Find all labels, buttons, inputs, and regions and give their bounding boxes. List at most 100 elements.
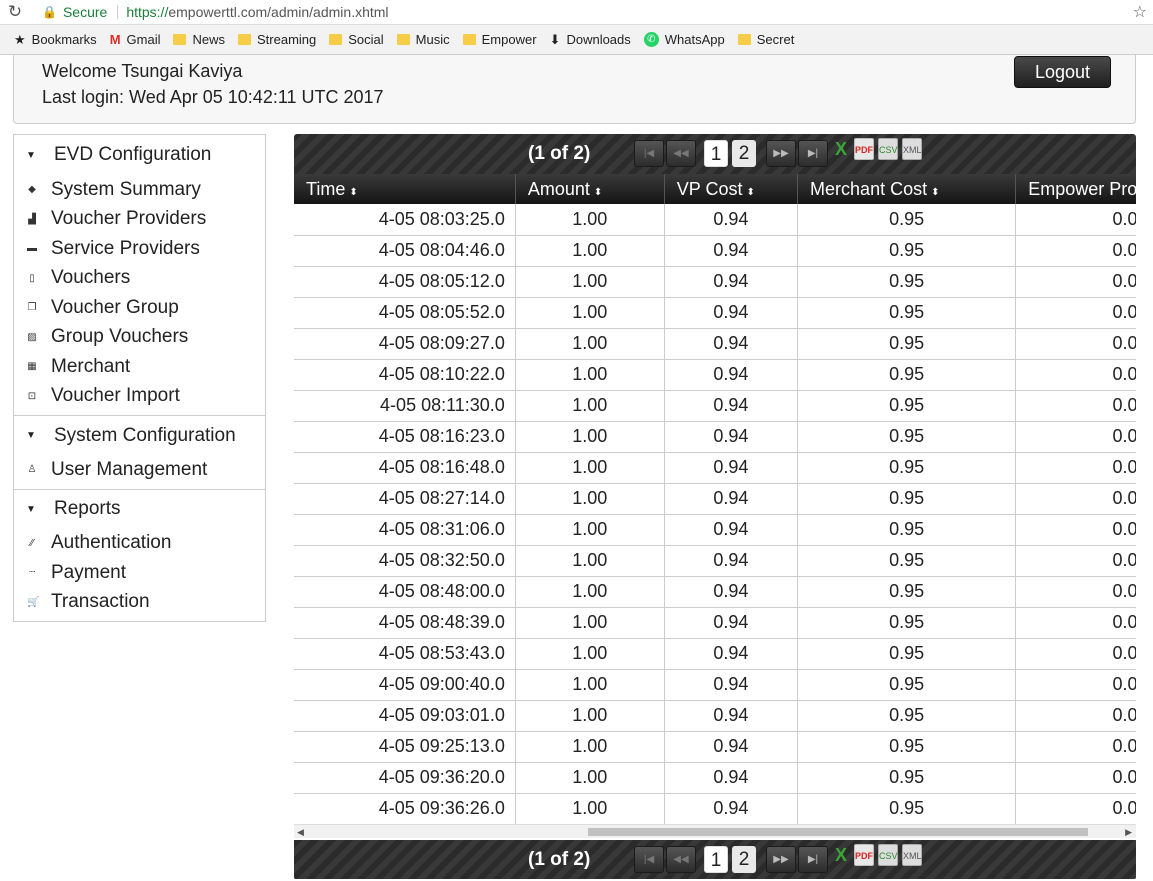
menu-item-payment[interactable]: ┈ Payment: [14, 558, 265, 588]
menu-item-vouchers[interactable]: ▯ Vouchers: [14, 264, 265, 294]
sort-icon[interactable]: ⬍: [594, 187, 602, 198]
last-page-button[interactable]: ▶|: [798, 140, 828, 167]
person-icon: ♙: [27, 464, 37, 476]
table-cell: 0.01: [1015, 576, 1136, 608]
column-header-empower-profit[interactable]: Empower Profit⬍: [1015, 174, 1136, 204]
menu-item-user-management[interactable]: ♙ User Management: [14, 455, 265, 485]
menu-item-service-providers[interactable]: ▬ Service Providers: [14, 234, 265, 264]
first-page-button[interactable]: |◀: [634, 140, 664, 167]
logout-button[interactable]: Logout: [1014, 56, 1111, 88]
table-row[interactable]: 4-05 08:53:43.01.000.940.950.010.05: [294, 638, 1136, 670]
last-page-button[interactable]: ▶|: [798, 846, 828, 873]
table-row[interactable]: 4-05 08:10:22.01.000.940.950.010.05: [294, 359, 1136, 391]
bookmark-secret[interactable]: Secret: [737, 32, 794, 47]
import-icon: ⊡: [27, 390, 37, 402]
scroll-right-icon[interactable]: ▶: [1125, 825, 1132, 839]
secure-label[interactable]: Secure: [63, 4, 107, 20]
table-row[interactable]: 4-05 08:11:30.01.000.940.950.010.05: [294, 390, 1136, 422]
table-cell: 0.95: [797, 328, 1017, 360]
table-row[interactable]: 4-05 08:09:27.01.000.940.950.010.05: [294, 328, 1136, 360]
column-header-time[interactable]: Time ⬍: [294, 174, 516, 204]
pdf-export-icon[interactable]: PDF: [854, 844, 874, 866]
column-header-amount[interactable]: Amount ⬍: [515, 174, 665, 204]
prev-page-button[interactable]: ◀◀: [666, 140, 696, 167]
menu-item-transaction[interactable]: 🛒 Transaction: [14, 588, 265, 618]
page-1-button[interactable]: 1: [704, 846, 728, 873]
table-row[interactable]: 4-05 08:48:39.01.000.940.950.010.05: [294, 607, 1136, 639]
xml-export-icon[interactable]: XML: [902, 844, 922, 866]
page-2-button[interactable]: 2: [732, 846, 756, 873]
bookmark-bookmarks[interactable]: ★ Bookmarks: [14, 32, 97, 48]
table-cell: 4-05 08:27:14.0: [294, 483, 516, 515]
first-page-button[interactable]: |◀: [634, 846, 664, 873]
table-row[interactable]: 4-05 08:16:48.01.000.940.950.010.05: [294, 452, 1136, 484]
xml-export-icon[interactable]: XML: [902, 138, 922, 160]
table-cell: 0.95: [797, 297, 1017, 329]
table-row[interactable]: 4-05 08:05:52.01.000.940.950.010.05: [294, 297, 1136, 329]
csv-export-icon[interactable]: CSV: [878, 138, 898, 160]
table-row[interactable]: 4-05 09:36:20.01.000.940.950.010.05: [294, 762, 1136, 794]
table-row[interactable]: 4-05 08:48:00.01.000.940.950.010.05: [294, 576, 1136, 608]
menu-item-voucher-providers[interactable]: ▟ Voucher Providers: [14, 205, 265, 235]
table-cell: 1.00: [515, 297, 665, 329]
next-page-button[interactable]: ▶▶: [766, 846, 796, 873]
table-cell: 0.95: [797, 576, 1017, 608]
table-cell: 0.94: [664, 762, 799, 794]
bookmark-gmail[interactable]: M Gmail: [110, 32, 161, 47]
csv-export-icon[interactable]: CSV: [878, 844, 898, 866]
folder-icon: [737, 34, 751, 45]
excel-export-icon[interactable]: X: [831, 844, 851, 866]
table-row[interactable]: 4-05 08:04:46.01.000.940.950.010.05: [294, 235, 1136, 267]
table-row[interactable]: 4-05 09:25:13.01.000.940.950.010.05: [294, 731, 1136, 763]
menu-item-merchant[interactable]: ▦ Merchant: [14, 352, 265, 382]
sort-icon[interactable]: ⬍: [349, 187, 357, 198]
menu-item-authentication[interactable]: ⁄⁄ Authentication: [14, 529, 265, 559]
table-cell: 0.95: [797, 266, 1017, 298]
table-row[interactable]: 4-05 08:31:06.01.000.940.950.010.05: [294, 514, 1136, 546]
table-row[interactable]: 4-05 08:32:50.01.000.940.950.010.05: [294, 545, 1136, 577]
menu-section-evd-configuration[interactable]: ▼ EVD Configuration: [14, 135, 265, 175]
scrollbar-thumb[interactable]: [588, 828, 1088, 836]
horizontal-scrollbar[interactable]: ◀ ▶: [294, 824, 1136, 838]
url-field[interactable]: https://empowerttl.com/admin/admin.xhtml: [126, 4, 388, 20]
menu-item-group-vouchers[interactable]: ▨ Group Vouchers: [14, 323, 265, 353]
table-cell: 0.01: [1015, 638, 1136, 670]
pdf-export-icon[interactable]: PDF: [854, 138, 874, 160]
page-1-button[interactable]: 1: [704, 140, 728, 167]
table-row[interactable]: 4-05 09:36:26.01.000.940.950.010.05: [294, 793, 1136, 825]
table-row[interactable]: 4-05 08:27:14.01.000.940.950.010.05: [294, 483, 1136, 515]
table-row[interactable]: 4-05 08:05:12.01.000.940.950.010.05: [294, 266, 1136, 298]
bookmark-social[interactable]: Social: [329, 32, 384, 47]
column-header-merchant-cost[interactable]: Merchant Cost ⬍: [797, 174, 1017, 204]
table-cell: 4-05 08:16:23.0: [294, 421, 516, 453]
caret-down-icon: ▼: [26, 149, 36, 161]
table-row[interactable]: 4-05 09:03:01.01.000.940.950.010.05: [294, 700, 1136, 732]
bookmark-music[interactable]: Music: [396, 32, 450, 47]
menu-item-system-summary[interactable]: ◆ System Summary: [14, 175, 265, 205]
pencil-icon: ⁄⁄: [30, 537, 34, 549]
next-page-button[interactable]: ▶▶: [766, 140, 796, 167]
bookmark-whatsapp[interactable]: ✆ WhatsApp: [643, 32, 725, 47]
bookmark-star-icon[interactable]: ☆: [1133, 2, 1147, 22]
bookmark-news[interactable]: News: [173, 32, 225, 47]
page-2-button[interactable]: 2: [732, 140, 756, 167]
menu-item-voucher-import[interactable]: ⊡ Voucher Import: [14, 382, 265, 412]
bookmark-streaming[interactable]: Streaming: [238, 32, 316, 47]
table-row[interactable]: 4-05 08:16:23.01.000.940.950.010.05: [294, 421, 1136, 453]
column-header-vp-cost[interactable]: VP Cost ⬍: [664, 174, 799, 204]
bookmark-empower[interactable]: Empower: [462, 32, 537, 47]
prev-page-button[interactable]: ◀◀: [666, 846, 696, 873]
reload-icon[interactable]: ↻: [0, 2, 30, 22]
table-cell: 1.00: [515, 390, 665, 422]
excel-export-icon[interactable]: X: [831, 138, 851, 160]
menu-section-reports[interactable]: ▼ Reports: [14, 488, 265, 529]
bookmark-label: Music: [415, 32, 450, 47]
bookmark-downloads[interactable]: ⬇ Downloads: [550, 32, 631, 48]
sort-icon[interactable]: ⬍: [931, 187, 939, 198]
scroll-left-icon[interactable]: ◀: [297, 825, 304, 839]
table-row[interactable]: 4-05 08:03:25.01.000.940.950.010.05: [294, 204, 1136, 236]
table-row[interactable]: 4-05 09:00:40.01.000.940.950.010.05: [294, 669, 1136, 701]
sort-icon[interactable]: ⬍: [746, 187, 754, 198]
menu-item-voucher-group[interactable]: ❐ Voucher Group: [14, 293, 265, 323]
menu-section-system-configuration[interactable]: ▼ System Configuration: [14, 415, 265, 455]
